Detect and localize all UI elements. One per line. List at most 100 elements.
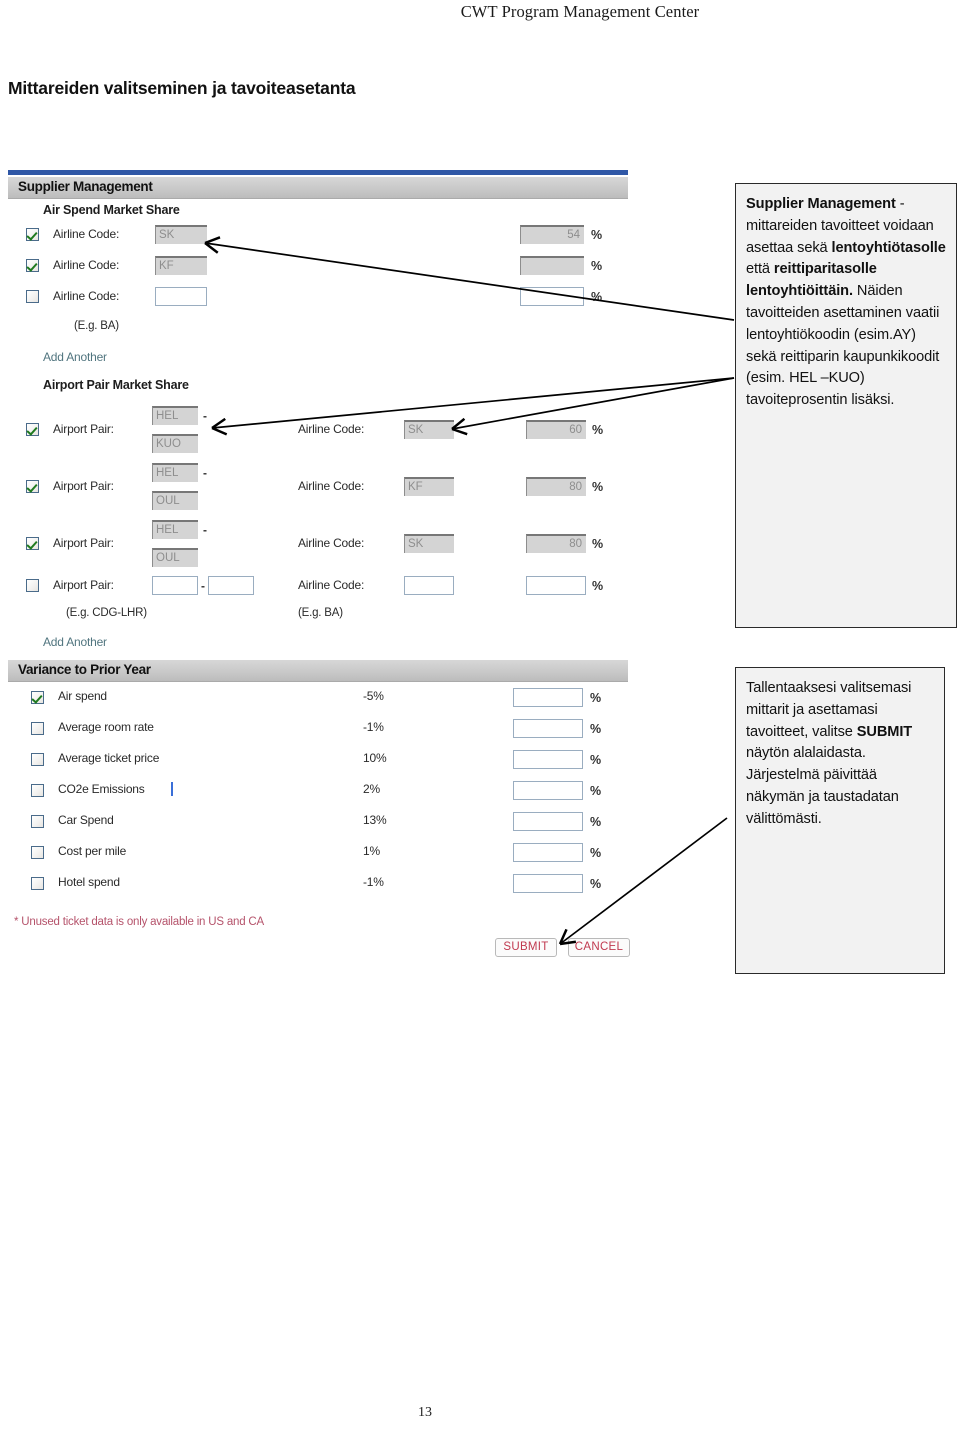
link-add-another-airline[interactable]: Add Another [43, 350, 107, 364]
checkbox-airport-pair-4[interactable] [26, 579, 39, 592]
airport-pair-separator-3: - [203, 523, 207, 537]
checkbox-variance-air-spend[interactable] [31, 691, 44, 704]
percent-sign-pair-4: % [592, 579, 604, 593]
hint-airport-pair-example: (E.g. CDG-LHR) [66, 607, 147, 619]
label-variance-co2e-emissions: CO2e Emissions [58, 782, 145, 796]
checkbox-variance-co2e-emissions[interactable] [31, 784, 44, 797]
callout-1-text-c: Näiden tavoitteiden asettaminen vaatii l… [746, 283, 940, 409]
label-airline-code-3: Airline Code: [53, 289, 120, 303]
label-variance-air-spend: Air spend [58, 689, 107, 703]
input-airport-pair-destination-1[interactable]: KUO [152, 434, 198, 453]
input-airport-pair-target-3[interactable]: 80 [526, 534, 586, 553]
application-screenshot: Supplier Management Air Spend Market Sha… [8, 170, 630, 960]
percent-sign-air-2: % [591, 259, 603, 273]
checkbox-variance-average-ticket-price[interactable] [31, 753, 44, 766]
checkbox-variance-average-room-rate[interactable] [31, 722, 44, 735]
input-variance-target-co2e-emissions[interactable] [513, 781, 583, 800]
airport-pair-separator-4: - [201, 579, 205, 593]
value-variance-cost-per-mile: 1% [363, 844, 380, 858]
checkbox-airport-pair-3[interactable] [26, 537, 39, 550]
label-airport-pair-airline-1: Airline Code: [298, 422, 365, 436]
input-variance-target-cost-per-mile[interactable] [513, 843, 583, 862]
label-variance-hotel-spend: Hotel spend [58, 875, 120, 889]
percent-sign-variance-5: % [590, 815, 602, 829]
input-airline-code-2[interactable]: KF [155, 256, 207, 275]
callout-supplier-management: Supplier Management - mittareiden tavoit… [735, 183, 957, 628]
input-airport-pair-origin-1[interactable]: HEL [152, 406, 198, 425]
value-variance-average-room-rate: -1% [363, 720, 384, 734]
input-airport-pair-target-2[interactable]: 80 [526, 477, 586, 496]
input-airline-code-3[interactable] [155, 287, 207, 306]
section-header-variance-to-prior-year: Variance to Prior Year [8, 660, 628, 682]
label-airport-pair-1: Airport Pair: [53, 422, 114, 436]
percent-sign-variance-4: % [590, 784, 602, 798]
link-add-another-airport-pair[interactable]: Add Another [43, 635, 107, 649]
input-airport-pair-destination-2[interactable]: OUL [152, 491, 198, 510]
input-air-spend-target-2[interactable] [520, 256, 584, 275]
checkbox-airport-pair-1[interactable] [26, 423, 39, 436]
footnote-unused-ticket-data: * Unused ticket data is only available i… [14, 916, 264, 928]
label-airport-pair-4: Airport Pair: [53, 578, 114, 592]
input-airport-pair-target-1[interactable]: 60 [526, 420, 586, 439]
checkbox-airline-code-1[interactable] [26, 228, 39, 241]
checkbox-airline-code-3[interactable] [26, 290, 39, 303]
checkbox-variance-cost-per-mile[interactable] [31, 846, 44, 859]
input-airline-code-1[interactable]: SK [155, 225, 207, 244]
callout-1-text-b: että [746, 261, 774, 278]
input-variance-target-hotel-spend[interactable] [513, 874, 583, 893]
checkbox-airline-code-2[interactable] [26, 259, 39, 272]
input-variance-target-average-ticket-price[interactable] [513, 750, 583, 769]
window-accent-bar [8, 170, 628, 175]
subhead-airport-pair-market-share: Airport Pair Market Share [43, 378, 189, 392]
airport-pair-separator-2: - [203, 466, 207, 480]
page-title: Mittareiden valitseminen ja tavoiteaseta… [8, 78, 356, 98]
percent-sign-variance-3: % [590, 753, 602, 767]
section-header-supplier-management: Supplier Management [8, 177, 628, 199]
label-variance-average-room-rate: Average room rate [58, 720, 154, 734]
input-airport-pair-airline-4[interactable] [404, 576, 454, 595]
cancel-button[interactable]: CANCEL [568, 938, 630, 957]
input-variance-target-car-spend[interactable] [513, 812, 583, 831]
percent-sign-air-3: % [591, 290, 603, 304]
hint-airport-pair-airline-example: (E.g. BA) [298, 607, 343, 619]
value-variance-car-spend: 13% [363, 813, 387, 827]
text-caret [171, 782, 173, 796]
input-airport-pair-destination-4[interactable] [208, 576, 254, 595]
section-title-variance-to-prior-year: Variance to Prior Year [18, 662, 151, 677]
percent-sign-variance-1: % [590, 691, 602, 705]
checkbox-airport-pair-2[interactable] [26, 480, 39, 493]
checkbox-variance-car-spend[interactable] [31, 815, 44, 828]
percent-sign-variance-7: % [590, 877, 602, 891]
label-airport-pair-airline-2: Airline Code: [298, 479, 365, 493]
checkbox-variance-hotel-spend[interactable] [31, 877, 44, 890]
percent-sign-air-1: % [591, 228, 603, 242]
input-variance-target-average-room-rate[interactable] [513, 719, 583, 738]
input-airport-pair-airline-2[interactable]: KF [404, 477, 454, 496]
input-air-spend-target-1[interactable]: 54 [520, 225, 584, 244]
callout-2-bold-submit: SUBMIT [856, 723, 913, 740]
input-airport-pair-origin-3[interactable]: HEL [152, 520, 198, 539]
input-airport-pair-target-4[interactable] [526, 576, 586, 595]
callout-2-text-b: näytön alalaidasta. Järjestelmä päivittä… [746, 745, 899, 827]
running-head: CWT Program Management Center [460, 2, 700, 21]
input-airport-pair-destination-3[interactable]: OUL [152, 548, 198, 567]
label-variance-cost-per-mile: Cost per mile [58, 844, 127, 858]
submit-button[interactable]: SUBMIT [495, 938, 557, 957]
percent-sign-variance-2: % [590, 722, 602, 736]
hint-airline-code-example: (E.g. BA) [74, 320, 119, 332]
section-title-supplier-management: Supplier Management [18, 179, 153, 194]
airport-pair-separator-1: - [203, 409, 207, 423]
input-airport-pair-airline-1[interactable]: SK [404, 420, 454, 439]
callout-1-bold-airline-level: lentoyhtiötasolle [831, 239, 946, 256]
percent-sign-pair-3: % [592, 537, 604, 551]
percent-sign-variance-6: % [590, 846, 602, 860]
label-airline-code-2: Airline Code: [53, 258, 120, 272]
input-air-spend-target-3[interactable] [520, 287, 584, 306]
input-airport-pair-origin-4[interactable] [152, 576, 198, 595]
label-airport-pair-airline-3: Airline Code: [298, 536, 365, 550]
input-airport-pair-airline-3[interactable]: SK [404, 534, 454, 553]
input-airport-pair-origin-2[interactable]: HEL [152, 463, 198, 482]
value-variance-hotel-spend: -1% [363, 875, 384, 889]
input-variance-target-air-spend[interactable] [513, 688, 583, 707]
label-airport-pair-3: Airport Pair: [53, 536, 114, 550]
